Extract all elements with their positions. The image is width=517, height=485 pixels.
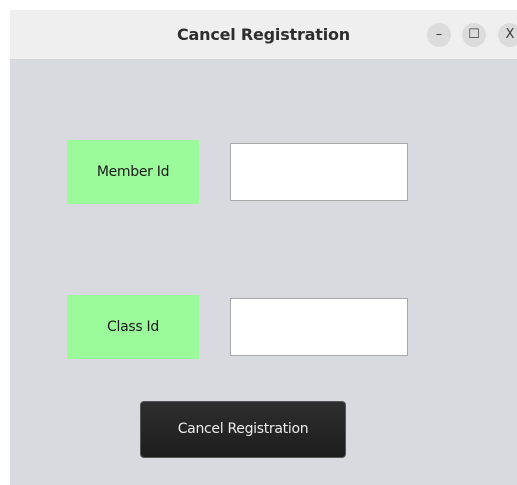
class-id-input[interactable] (230, 298, 408, 356)
minimize-icon[interactable]: – (427, 23, 451, 47)
app-window: Cancel Registration – ☐ X Member Id Clas… (10, 10, 517, 485)
member-id-label: Member Id (67, 140, 199, 204)
class-id-label: Class Id (67, 295, 199, 359)
maximize-icon[interactable]: ☐ (462, 23, 486, 47)
close-icon[interactable]: X (498, 23, 517, 47)
title-bar: Cancel Registration – ☐ X (10, 10, 517, 60)
cancel-registration-button[interactable]: Cancel Registration (140, 401, 346, 458)
member-id-input[interactable] (230, 143, 408, 201)
